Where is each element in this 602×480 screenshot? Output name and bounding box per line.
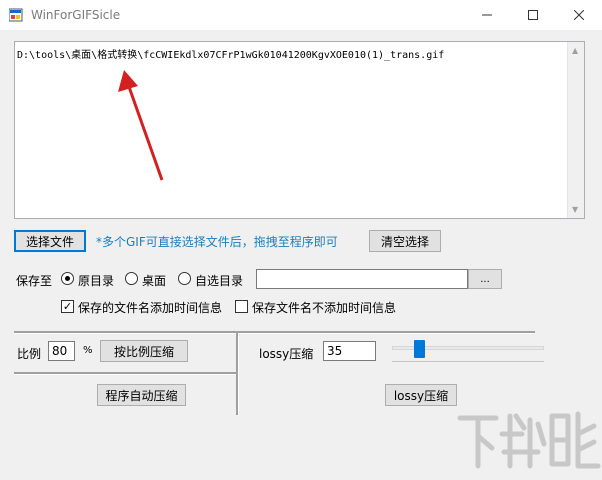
close-button[interactable] [556, 0, 602, 30]
scroll-up-icon[interactable]: ▲ [572, 46, 578, 55]
add-time-label[interactable]: 保存的文件名添加时间信息 [78, 299, 222, 316]
divider-vertical [236, 333, 239, 415]
radio-desktop[interactable] [125, 272, 138, 285]
radio-original-dir[interactable] [61, 272, 74, 285]
minimize-icon [482, 14, 492, 16]
radio-custom-dir-label[interactable]: 自选目录 [195, 272, 243, 289]
clear-selection-button[interactable]: 清空选择 [369, 230, 441, 252]
vertical-scrollbar[interactable]: ▲ ▼ [567, 42, 584, 218]
lossy-label: lossy压缩 [259, 347, 314, 361]
browse-button[interactable]: ... [468, 269, 502, 289]
lossy-slider-thumb[interactable] [414, 340, 425, 358]
ratio-input[interactable]: 80 [48, 341, 75, 361]
no-time-label[interactable]: 保存文件名不添加时间信息 [252, 299, 396, 316]
auto-compress-button[interactable]: 程序自动压缩 [97, 384, 186, 406]
maximize-button[interactable] [510, 0, 556, 30]
divider-left-middle [14, 372, 236, 375]
percent-unit: % [83, 345, 93, 356]
watermark-logo [457, 411, 601, 469]
maximize-icon [528, 10, 538, 20]
save-to-label: 保存至 [16, 274, 53, 288]
custom-dir-input[interactable] [256, 269, 468, 289]
drag-hint: *多个GIF可直接选择文件后，拖拽至程序即可 [96, 235, 338, 249]
no-time-checkbox[interactable] [235, 300, 248, 313]
annotation-arrow-icon [118, 70, 164, 181]
title-bar: WinForGIFSicle [0, 0, 602, 30]
ratio-compress-button[interactable]: 按比例压缩 [100, 340, 188, 362]
app-icon [9, 8, 23, 22]
select-file-button[interactable]: 选择文件 [14, 230, 86, 252]
radio-custom-dir[interactable] [178, 272, 191, 285]
window-title: WinForGIFSicle [31, 8, 121, 22]
add-time-checkbox[interactable]: ✓ [61, 300, 74, 313]
radio-original-dir-label[interactable]: 原目录 [78, 272, 114, 289]
lossy-compress-button[interactable]: lossy压缩 [385, 384, 457, 406]
file-list-box[interactable]: D:\tools\桌面\格式转换\fcCWIEkdlx07CFrP1wGk010… [14, 41, 585, 219]
file-path[interactable]: D:\tools\桌面\格式转换\fcCWIEkdlx07CFrP1wGk010… [17, 46, 444, 61]
radio-desktop-label[interactable]: 桌面 [142, 272, 166, 289]
ratio-label: 比例 [17, 347, 42, 361]
lossy-input[interactable]: 35 [323, 341, 376, 361]
scroll-down-icon[interactable]: ▼ [572, 205, 578, 214]
close-icon [574, 10, 584, 20]
divider-top [14, 331, 535, 334]
minimize-button[interactable] [464, 0, 510, 30]
lossy-slider-ticks [392, 361, 544, 364]
